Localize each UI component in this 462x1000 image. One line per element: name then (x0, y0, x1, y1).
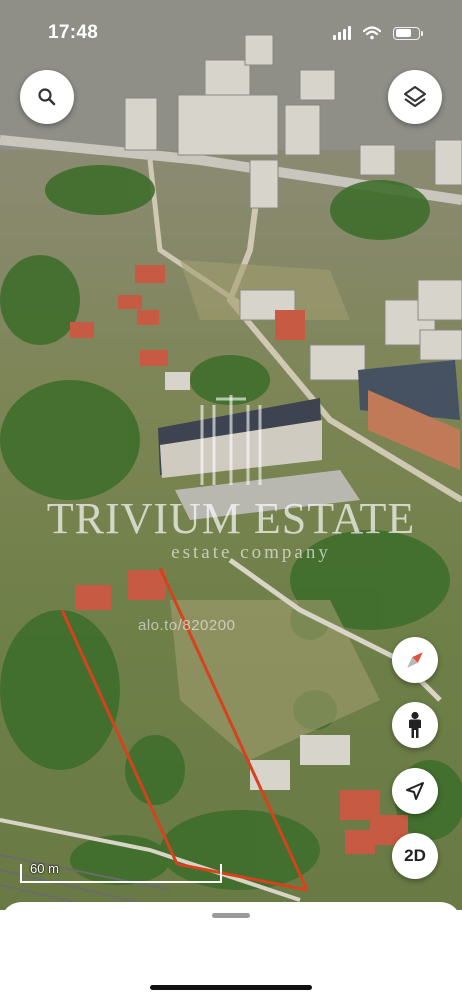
compass-icon (407, 652, 423, 668)
status-time: 17:48 (48, 22, 99, 43)
layers-button[interactable] (388, 70, 442, 124)
layers-icon (404, 86, 426, 107)
search-button[interactable] (20, 70, 74, 124)
wifi-icon (363, 26, 381, 40)
pegman-icon (409, 711, 421, 738)
battery-level (395, 29, 412, 37)
battery-icon (393, 26, 423, 40)
my-location-button[interactable] (392, 768, 438, 814)
street-view-button[interactable] (392, 702, 438, 748)
compass-button[interactable] (392, 637, 438, 683)
map-scale-label: 60 m (30, 861, 59, 876)
view-mode-label: 2D (404, 846, 426, 865)
status-icons (333, 26, 423, 40)
cellular-signal-icon (333, 26, 351, 40)
aerial-imagery (0, 0, 462, 910)
satellite-map[interactable]: 17:48 TRIVIUM ESTATE estate company alo.… (0, 0, 462, 910)
search-icon (38, 88, 56, 106)
watermark-listing-id: alo.to/820200 (138, 617, 236, 634)
sheet-drag-handle[interactable] (212, 913, 250, 918)
view-mode-toggle-button[interactable]: 2D (392, 833, 438, 879)
status-bar: 17:48 (0, 18, 462, 52)
navigation-arrow-icon (406, 782, 424, 800)
home-indicator[interactable] (150, 985, 312, 990)
bottom-sheet[interactable] (0, 902, 462, 1000)
map-scale-bar: 60 m (20, 861, 222, 883)
